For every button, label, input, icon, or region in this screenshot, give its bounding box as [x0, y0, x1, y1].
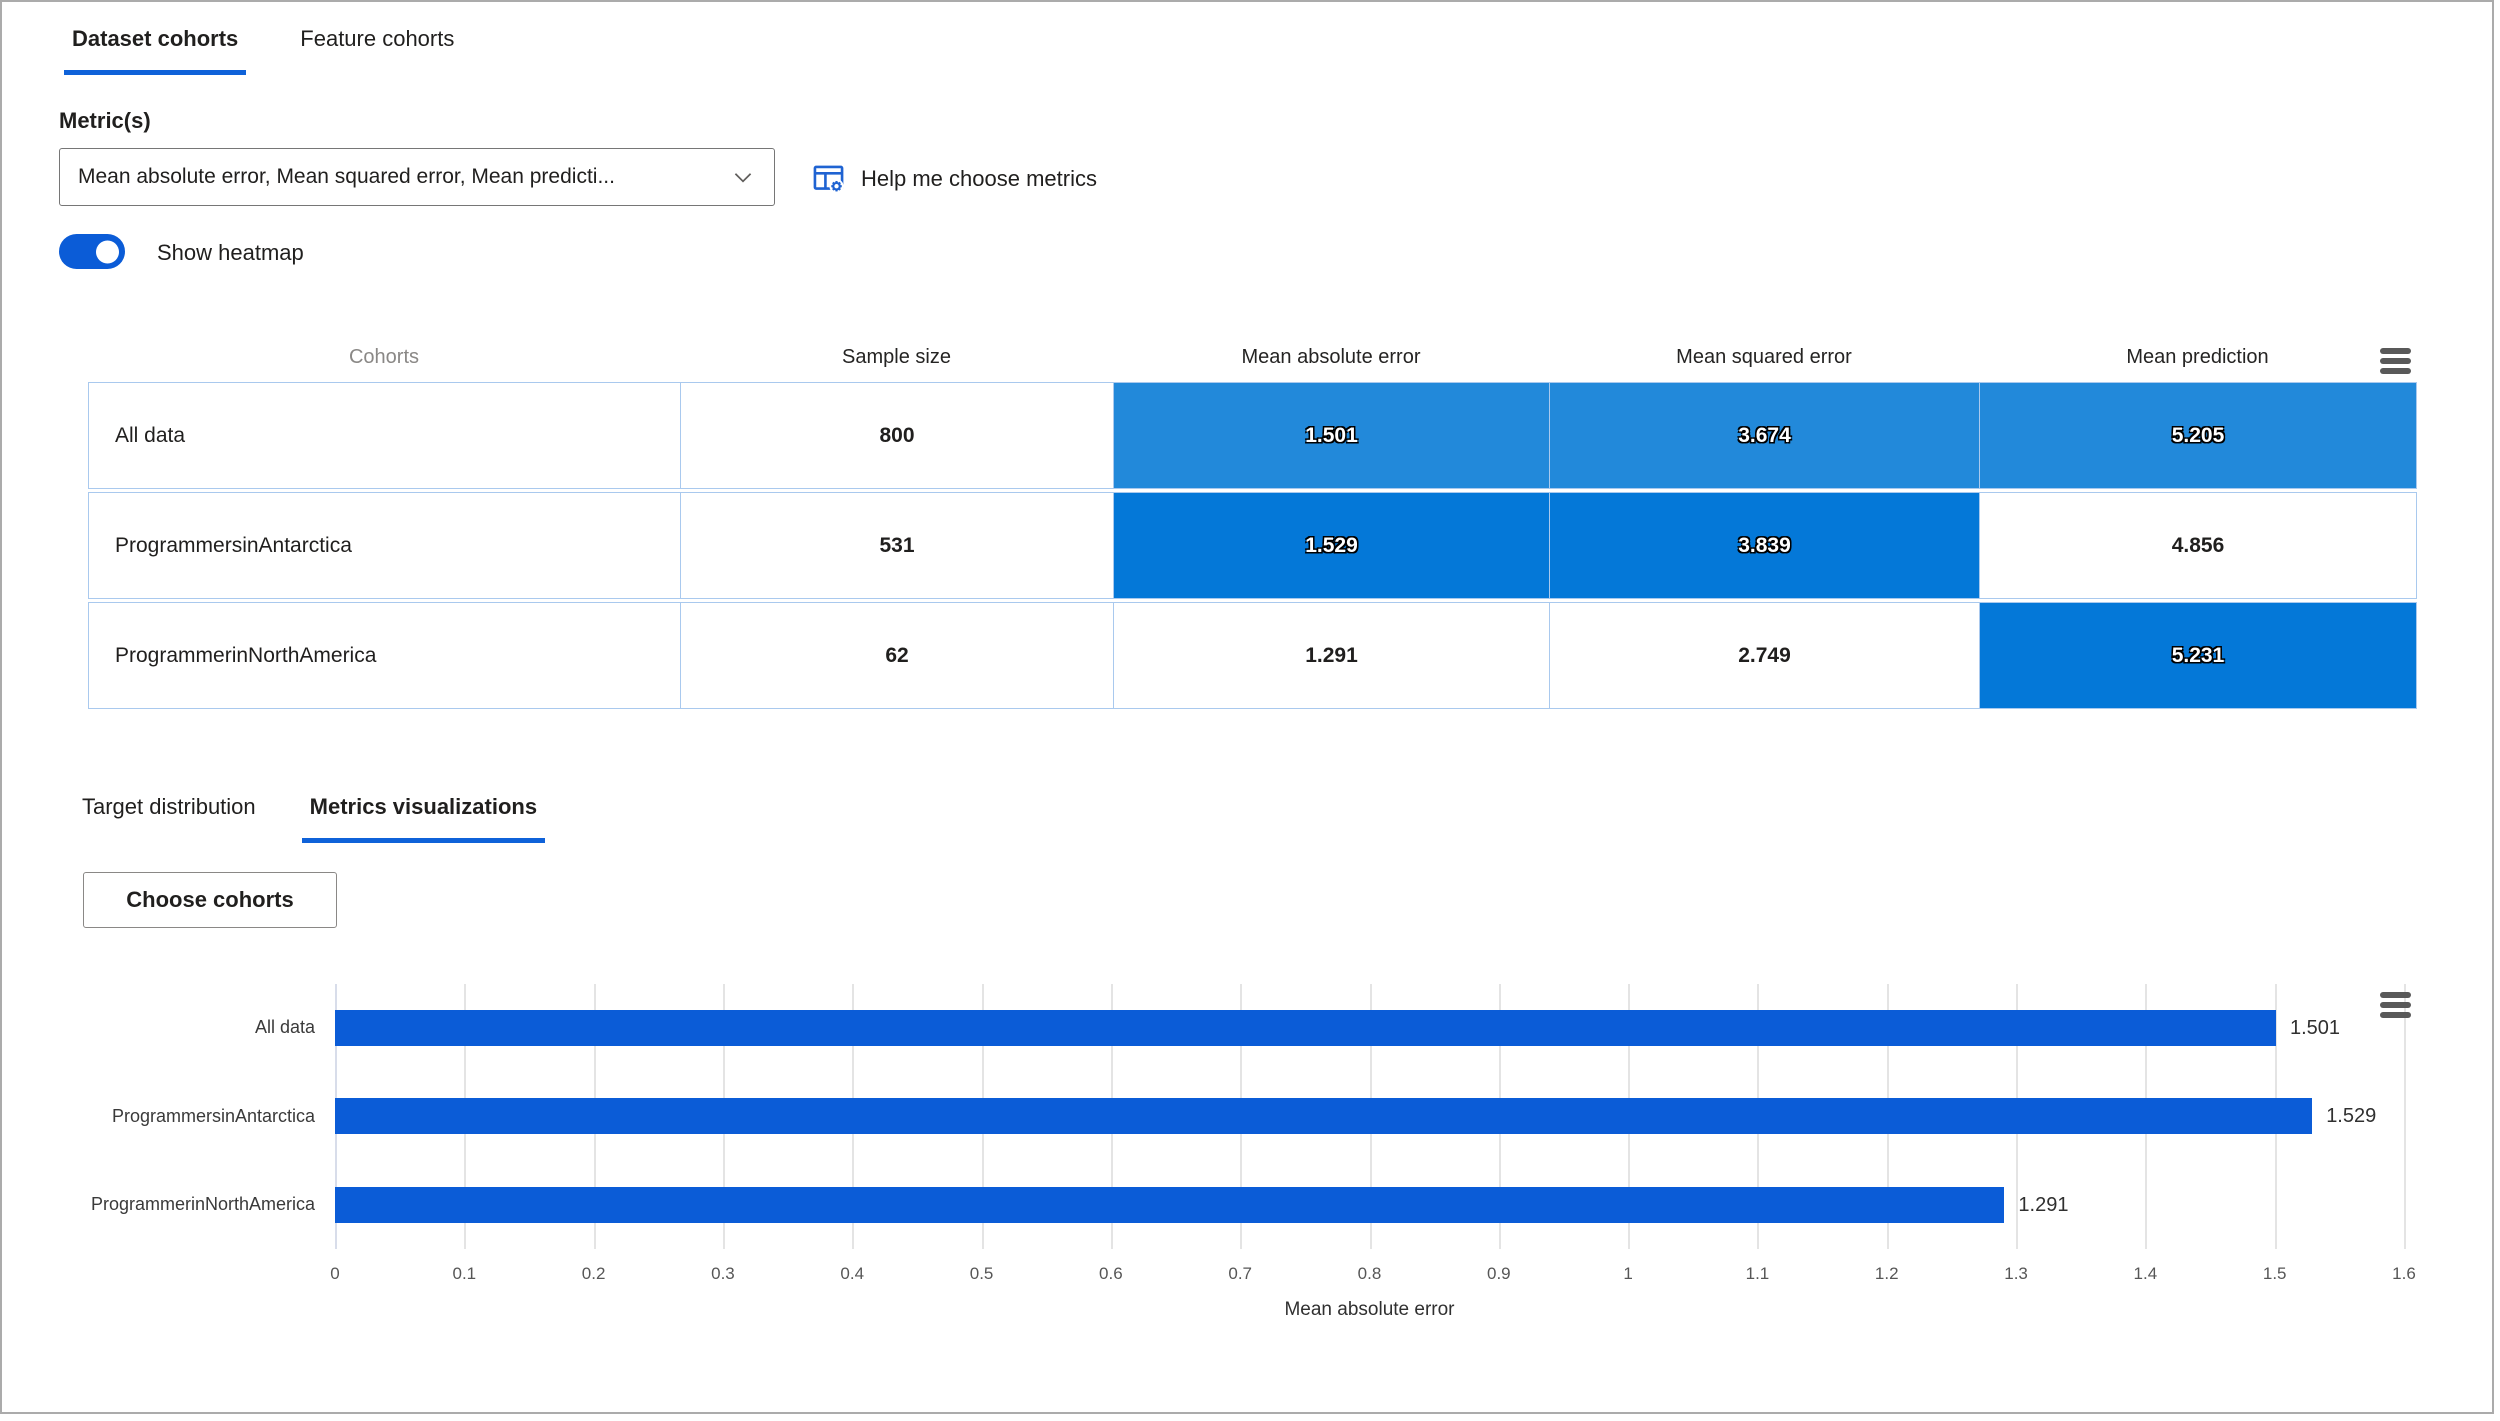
help-me-choose-metrics[interactable]: Help me choose metrics: [810, 160, 1097, 197]
mae-cell: 1.529: [1113, 492, 1550, 599]
column-header-sample-size: Sample size: [842, 345, 951, 368]
x-tick-label: 0.6: [1099, 1264, 1123, 1283]
cohort-name-cell: All data: [88, 382, 681, 489]
visualization-tabs: Target distribution Metrics visualizatio…: [74, 792, 546, 843]
bar-row: 1.529: [335, 1072, 2404, 1160]
table-settings-icon: [813, 165, 844, 194]
help-me-choose-metrics-label: Help me choose metrics: [861, 165, 1097, 191]
x-tick-label: 0.5: [969, 1264, 994, 1283]
metrics-label: Metric(s): [59, 108, 151, 133]
sample-size-cell: 800: [680, 382, 1114, 489]
chevron-down-icon: [734, 173, 752, 183]
chart-menu-icon[interactable]: [2380, 992, 2411, 1022]
x-tick-label: 0.9: [1486, 1264, 1511, 1283]
x-tick-label: 1.6: [2392, 1264, 2416, 1283]
mse-cell: 3.839: [1549, 492, 1980, 599]
table-header-row: Cohorts Sample size Mean absolute error …: [88, 332, 2416, 382]
mean-prediction-cell: 4.856: [1979, 492, 2417, 599]
mse-cell: 3.674: [1549, 382, 1980, 489]
y-axis-label: All data: [254, 1017, 315, 1038]
table-row: ProgrammerinNorthAmerica 62 1.291 2.749 …: [88, 602, 2417, 709]
tab-feature-cohorts[interactable]: Feature cohorts: [292, 24, 462, 75]
x-tick-label: 0.4: [840, 1264, 865, 1283]
x-tick-label: 1.5: [2262, 1264, 2287, 1283]
mse-cell: 2.749: [1549, 602, 1980, 709]
table-menu-icon[interactable]: [2380, 348, 2411, 378]
bar-row: 1.291: [335, 1161, 2404, 1249]
chart-x-axis-title: Mean absolute error: [1284, 1299, 1455, 1320]
x-tick-label: 0.2: [581, 1264, 606, 1283]
gridline: [2404, 984, 2406, 1249]
column-header-mean-prediction: Mean prediction: [2126, 345, 2269, 368]
bar[interactable]: [335, 1186, 2005, 1223]
column-header-mean-absolute-error: Mean absolute error: [1241, 345, 1421, 368]
x-tick-label: 0.8: [1357, 1264, 1382, 1283]
tab-target-distribution[interactable]: Target distribution: [74, 792, 264, 843]
bar-value-label: 1.291: [2018, 1193, 2069, 1216]
x-tick-label: 0.1: [452, 1264, 477, 1283]
cohort-name-cell: ProgrammersinAntarctica: [88, 492, 681, 599]
bar[interactable]: [335, 1098, 2313, 1135]
y-axis-label: ProgrammersinAntarctica: [111, 1105, 315, 1126]
mae-cell: 1.501: [1113, 382, 1550, 489]
bar-value-label: 1.501: [2289, 1017, 2341, 1040]
dashboard-panel: Dataset cohorts Feature cohorts Metric(s…: [0, 0, 2494, 1414]
x-tick-label: 0.7: [1228, 1264, 1252, 1283]
tab-metrics-visualizations[interactable]: Metrics visualizations: [301, 792, 546, 843]
mean-absolute-error-chart: 1.501 1.529 1.291: [335, 984, 2406, 1249]
toggle-knob-icon: [96, 240, 119, 263]
cohort-metrics-table: Cohorts Sample size Mean absolute error …: [88, 332, 2417, 712]
cohort-type-tabs: Dataset cohorts Feature cohorts: [64, 24, 462, 75]
bar[interactable]: [335, 1010, 2276, 1047]
show-heatmap-label: Show heatmap: [157, 240, 304, 265]
cohort-name-cell: ProgrammerinNorthAmerica: [88, 602, 681, 709]
table-row: All data 800 1.501 3.674 5.205: [88, 382, 2417, 489]
bar-row: 1.501: [335, 984, 2404, 1072]
bar-value-label: 1.529: [2326, 1105, 2377, 1128]
choose-cohorts-button[interactable]: Choose cohorts: [83, 872, 337, 928]
x-tick-label: 1.1: [1745, 1264, 1770, 1283]
mean-prediction-cell: 5.231: [1979, 602, 2417, 709]
mean-prediction-cell: 5.205: [1979, 382, 2417, 489]
sample-size-cell: 62: [680, 602, 1114, 709]
show-heatmap-toggle[interactable]: [59, 234, 125, 269]
column-header-mean-squared-error: Mean squared error: [1676, 345, 1852, 368]
chart-x-ticks: 0 0.1 0.2 0.3 0.4 0.5 0.6 0.7 0.8 0.9 1 1.1 1.2 1.3 1.…: [330, 1264, 2416, 1290]
y-axis-label: ProgrammerinNorthAmerica: [90, 1193, 315, 1214]
column-header-cohorts: Cohorts: [348, 345, 420, 368]
x-tick-label: 0: [330, 1264, 340, 1283]
x-tick-label: 1: [1623, 1264, 1633, 1283]
sample-size-cell: 531: [680, 492, 1114, 599]
table-row: ProgrammersinAntarctica 531 1.529 3.839 …: [88, 492, 2417, 599]
x-tick-label: 1.4: [2133, 1264, 2158, 1283]
metrics-dropdown-value: Mean absolute error, Mean squared error,…: [78, 165, 615, 188]
x-tick-label: 1.2: [1874, 1264, 1899, 1283]
mae-cell: 1.291: [1113, 602, 1550, 709]
tab-dataset-cohorts[interactable]: Dataset cohorts: [64, 24, 247, 75]
x-tick-label: 1.3: [2004, 1264, 2028, 1283]
x-tick-label: 0.3: [711, 1264, 735, 1283]
chart-category-labels: All data ProgrammersinAntarctica Programme…: [42, 984, 325, 1249]
metrics-dropdown[interactable]: Mean absolute error, Mean squared error,…: [59, 148, 775, 206]
